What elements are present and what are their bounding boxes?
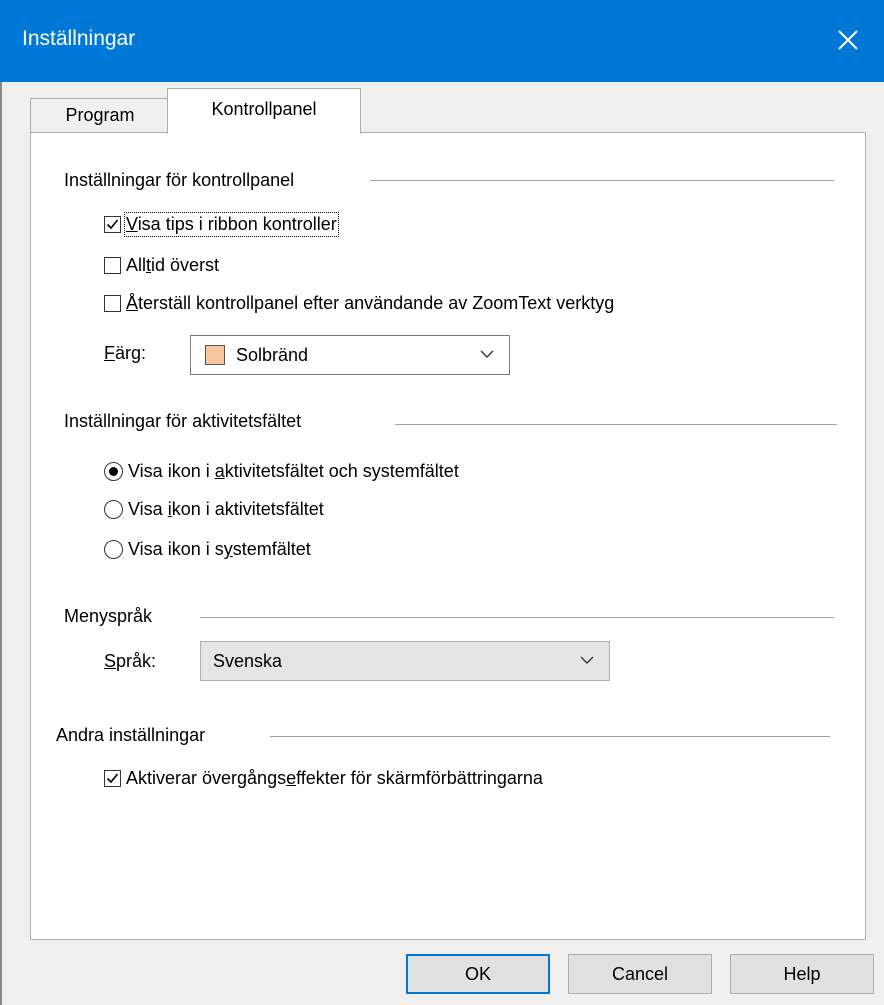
section-divider bbox=[200, 617, 834, 618]
tab-program-label: Program bbox=[65, 105, 135, 125]
tab-kontrollpanel[interactable]: Kontrollpanel bbox=[167, 88, 361, 134]
radio-dot bbox=[109, 467, 118, 476]
show-ribbon-tips-label: Visa tips i ribbon kontroller bbox=[124, 212, 339, 237]
window-title: Inställningar bbox=[22, 27, 136, 50]
section-divider bbox=[395, 424, 837, 425]
tab-kontrollpanel-label: Kontrollpanel bbox=[211, 99, 317, 119]
help-button[interactable]: Help bbox=[730, 954, 874, 994]
color-swatch bbox=[205, 345, 225, 365]
taskbar-option-systray-label: Visa ikon i systemfältet bbox=[128, 539, 311, 559]
always-on-top-checkbox[interactable] bbox=[104, 257, 121, 274]
ok-button[interactable]: OK bbox=[406, 954, 550, 994]
close-button[interactable] bbox=[812, 0, 884, 82]
color-dropdown[interactable]: Solbränd bbox=[190, 335, 510, 375]
taskbar-option-taskbar[interactable]: Visa ikon i aktivitetsfältet bbox=[104, 499, 324, 520]
color-label: Färg: bbox=[104, 343, 147, 363]
section-heading-kontrollpanel: Inställningar för kontrollpanel bbox=[64, 170, 295, 190]
taskbar-option-systray[interactable]: Visa ikon i systemfältet bbox=[104, 539, 311, 560]
taskbar-option-both[interactable]: Visa ikon i aktivitetsfältet och systemf… bbox=[104, 461, 459, 482]
transition-effects-checkbox[interactable] bbox=[104, 770, 121, 787]
taskbar-option-taskbar-label: Visa ikon i aktivitetsfältet bbox=[128, 499, 324, 519]
taskbar-option-taskbar-radio[interactable] bbox=[104, 500, 123, 519]
taskbar-option-both-radio[interactable] bbox=[104, 462, 123, 481]
section-heading-taskbar: Inställningar för aktivitetsfältet bbox=[64, 411, 302, 431]
checkmark-icon bbox=[106, 773, 119, 784]
tab-program[interactable]: Program bbox=[30, 98, 170, 133]
reset-after-tool-option[interactable]: Återställ kontrollpanel efter användande… bbox=[104, 293, 614, 314]
section-heading-other: Andra inställningar bbox=[56, 725, 206, 745]
always-on-top-option[interactable]: Alltid överst bbox=[104, 255, 219, 276]
show-ribbon-tips-checkbox[interactable] bbox=[104, 216, 121, 233]
title-bar: Inställningar bbox=[0, 0, 884, 82]
transition-effects-label: Aktiverar övergångseffekter för skärmför… bbox=[126, 768, 543, 788]
section-divider bbox=[370, 180, 834, 181]
reset-after-tool-checkbox[interactable] bbox=[104, 295, 121, 312]
reset-after-tool-label: Återställ kontrollpanel efter användande… bbox=[126, 293, 615, 313]
show-ribbon-tips-option[interactable]: Visa tips i ribbon kontroller bbox=[104, 212, 339, 237]
close-icon bbox=[838, 30, 858, 50]
checkmark-icon bbox=[106, 219, 119, 230]
always-on-top-label: Alltid överst bbox=[126, 255, 220, 275]
chevron-down-icon bbox=[580, 656, 594, 664]
taskbar-option-systray-radio[interactable] bbox=[104, 540, 123, 559]
color-value: Solbränd bbox=[236, 345, 309, 365]
language-dropdown[interactable]: Svenska bbox=[200, 641, 610, 681]
section-heading-menu-language: Menyspråk bbox=[64, 606, 153, 626]
section-divider bbox=[270, 736, 830, 737]
language-label: Språk: bbox=[104, 651, 157, 671]
language-value: Svenska bbox=[213, 651, 283, 671]
cancel-button[interactable]: Cancel bbox=[568, 954, 712, 994]
tab-panel bbox=[30, 132, 866, 940]
taskbar-option-both-label: Visa ikon i aktivitetsfältet och systemf… bbox=[128, 461, 459, 481]
transition-effects-option[interactable]: Aktiverar övergångseffekter för skärmför… bbox=[104, 768, 543, 789]
chevron-down-icon bbox=[480, 350, 494, 358]
